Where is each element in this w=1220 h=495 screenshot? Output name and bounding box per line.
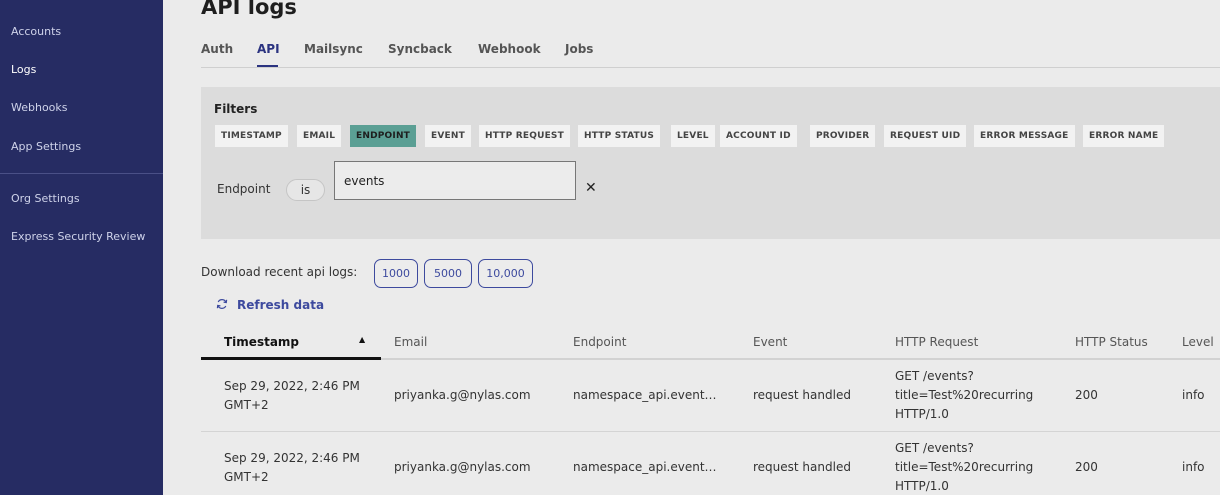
cell-http-status: 200	[1075, 460, 1098, 474]
tab-syncback[interactable]: Syncback	[388, 42, 452, 56]
column-header-http-status[interactable]: HTTP Status	[1075, 335, 1148, 349]
sidebar-divider	[0, 173, 163, 174]
cell-timestamp: Sep 29, 2022, 2:46 PM GMT+2	[224, 451, 360, 484]
filter-operator-pill[interactable]: is	[286, 179, 325, 201]
filter-value-input[interactable]	[334, 161, 576, 200]
tab-webhook[interactable]: Webhook	[478, 42, 541, 56]
download-10000-button[interactable]: 10,000	[478, 259, 533, 288]
filter-chip-level[interactable]: LEVEL	[671, 125, 715, 147]
refresh-data-button[interactable]: Refresh data	[215, 298, 324, 316]
tab-mailsync[interactable]: Mailsync	[304, 42, 363, 56]
filter-chip-http-status[interactable]: HTTP STATUS	[578, 125, 661, 147]
filter-chip-request-uid[interactable]: REQUEST UID	[884, 125, 967, 147]
filter-field-label: Endpoint	[217, 182, 271, 196]
filter-chip-error-message[interactable]: ERROR MESSAGE	[974, 125, 1075, 147]
filter-chip-event[interactable]: EVENT	[425, 125, 471, 147]
filter-chip-endpoint[interactable]: ENDPOINT	[350, 125, 417, 147]
sidebar: Accounts Logs Webhooks App Settings Org …	[0, 0, 163, 495]
table-row[interactable]: Sep 29, 2022, 2:46 PM GMT+2 priyanka.g@n…	[201, 432, 1220, 495]
cell-endpoint: namespace_api.event…	[573, 388, 717, 402]
tab-api[interactable]: API	[257, 42, 280, 56]
tab-jobs[interactable]: Jobs	[565, 42, 593, 56]
filter-chip-http-request[interactable]: HTTP REQUEST	[479, 125, 570, 147]
filter-chip-provider[interactable]: PROVIDER	[810, 125, 876, 147]
sidebar-item-org-settings[interactable]: Org Settings	[11, 192, 80, 205]
close-icon[interactable]: ✕	[585, 180, 597, 196]
column-header-event[interactable]: Event	[753, 335, 787, 349]
cell-endpoint: namespace_api.event…	[573, 460, 717, 474]
refresh-data-label: Refresh data	[237, 298, 325, 312]
column-header-email[interactable]: Email	[394, 335, 427, 349]
sidebar-item-app-settings[interactable]: App Settings	[11, 140, 81, 153]
column-header-level[interactable]: Level	[1182, 335, 1214, 349]
column-header-http-request[interactable]: HTTP Request	[895, 335, 978, 349]
cell-email: priyanka.g@nylas.com	[394, 460, 531, 474]
table-row[interactable]: Sep 29, 2022, 2:46 PM GMT+2 priyanka.g@n…	[201, 360, 1220, 432]
cell-level: info	[1182, 388, 1205, 402]
download-label: Download recent api logs:	[201, 265, 358, 279]
cell-http-request: GET /events?title=Test%20recurring HTTP/…	[895, 441, 1034, 493]
sidebar-item-express-security-review[interactable]: Express Security Review	[11, 230, 145, 243]
cell-level: info	[1182, 460, 1205, 474]
filter-chip-account-id[interactable]: ACCOUNT ID	[720, 125, 797, 147]
download-5000-button[interactable]: 5000	[424, 259, 472, 288]
refresh-icon	[215, 298, 229, 312]
cell-email: priyanka.g@nylas.com	[394, 388, 531, 402]
filters-title: Filters	[214, 102, 258, 116]
cell-event: request handled	[753, 460, 851, 474]
cell-http-status: 200	[1075, 388, 1098, 402]
column-header-endpoint[interactable]: Endpoint	[573, 335, 626, 349]
filter-chip-error-name[interactable]: ERROR NAME	[1083, 125, 1165, 147]
sort-ascending-icon[interactable]: ▲	[359, 335, 365, 344]
sidebar-item-accounts[interactable]: Accounts	[11, 25, 61, 38]
cell-event: request handled	[753, 388, 851, 402]
filter-chip-email[interactable]: EMAIL	[297, 125, 342, 147]
sidebar-item-webhooks[interactable]: Webhooks	[11, 101, 68, 114]
download-1000-button[interactable]: 1000	[374, 259, 418, 288]
main-content: API logs Auth API Mailsync Syncback Webh…	[163, 0, 1220, 495]
cell-http-request: GET /events?title=Test%20recurring HTTP/…	[895, 369, 1034, 421]
filter-chip-timestamp[interactable]: TIMESTAMP	[215, 125, 288, 147]
tabs-divider	[201, 67, 1220, 68]
filters-panel: Filters TIMESTAMP EMAIL ENDPOINT EVENT H…	[201, 87, 1220, 239]
page-title: API logs	[201, 0, 297, 19]
sidebar-item-logs[interactable]: Logs	[11, 63, 36, 76]
cell-timestamp: Sep 29, 2022, 2:46 PM GMT+2	[224, 379, 360, 412]
column-header-timestamp[interactable]: Timestamp	[224, 335, 299, 349]
tab-auth[interactable]: Auth	[201, 42, 233, 56]
